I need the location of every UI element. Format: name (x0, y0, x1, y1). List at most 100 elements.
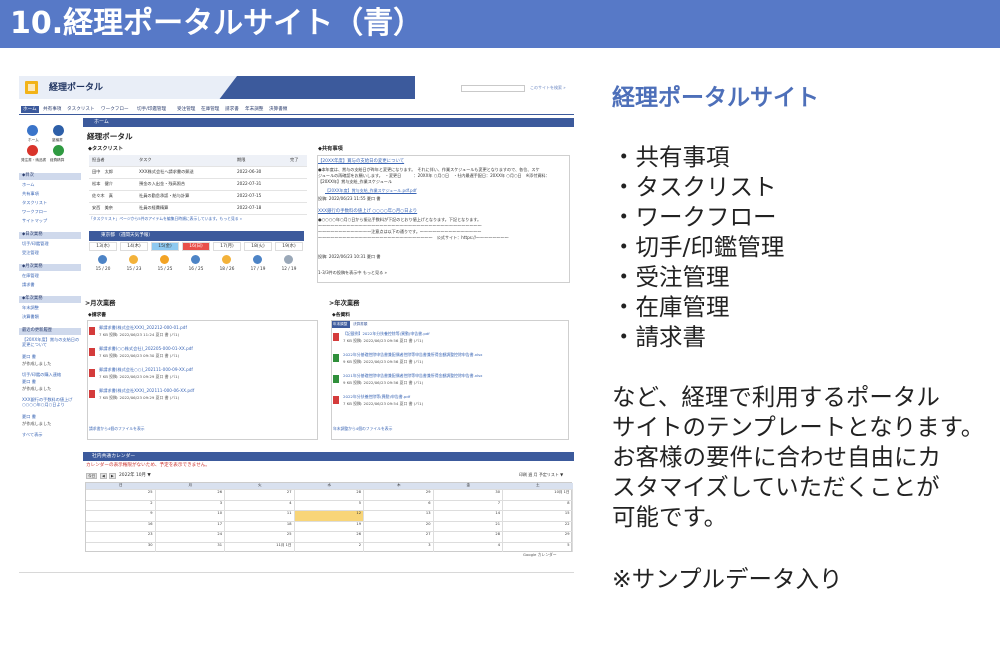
calendar-day[interactable]: 21 (433, 520, 503, 531)
table-row[interactable]: 松本 健介 預金の入出金・残高照合 2022-07-31 (89, 179, 307, 191)
document-icon[interactable] (53, 125, 64, 136)
nav-shared[interactable]: 共有事項 (43, 107, 61, 112)
calendar-day[interactable]: 5 (294, 499, 364, 510)
calendar-day[interactable]: 24 (155, 531, 225, 542)
calendar-day[interactable]: 14 (433, 510, 503, 521)
calendar-prev-button[interactable]: ◀ (100, 473, 107, 479)
calendar-day[interactable]: 10 (155, 510, 225, 521)
nav-home[interactable]: ホーム (21, 106, 39, 114)
attachment-link[interactable]: 【20XX年度】賞与支給_作業スケジュール.pdf.pdf (325, 188, 417, 194)
invoice-footer-link[interactable]: 請求書から4個のファイルを表示 (89, 426, 145, 431)
calendar-view-controls[interactable]: 印刷 週 月 予定リスト ▼ (519, 472, 563, 478)
calendar-day[interactable]: 5 (503, 541, 573, 552)
calendar-day[interactable]: 23 (86, 531, 156, 542)
calendar-day[interactable]: 12 (294, 510, 364, 521)
calendar-day[interactable]: 25 (225, 531, 295, 542)
tab-settlement[interactable]: 決算書類 (352, 321, 370, 328)
calendar-day[interactable]: 31 (155, 541, 225, 552)
file-item[interactable]: 郵請求書(株式会社XXX)_202111-000-06-XX.pdf 7 KB … (89, 388, 319, 409)
tab-yearend[interactable]: 年末調整 (332, 321, 350, 328)
nav-orders[interactable]: 受注管理 (177, 107, 195, 112)
calendar-day[interactable]: 8 (503, 499, 573, 510)
nav-settlement[interactable]: 決算書類 (269, 107, 287, 112)
calendar-day[interactable]: 10月 1日 (503, 489, 573, 500)
shared-more-link[interactable]: 1-3/3件の投稿を表示中 もっと見る » (318, 270, 387, 276)
sidebar-item[interactable]: 切手/印鑑管理 (22, 241, 49, 247)
calendar-day[interactable]: 11 (225, 510, 295, 521)
table-row[interactable]: 佐々木 真 社員の勤怠承認・給与計算 2022-07-15 (89, 191, 307, 203)
calendar-day[interactable]: 26 (155, 489, 225, 500)
order-icon[interactable] (27, 145, 38, 156)
calendar-day[interactable]: 3 (364, 541, 434, 552)
file-item[interactable]: 【記載例】2022年分扶養控除等(異動)申告書.pdf 7 KB 投稿: 202… (333, 331, 569, 352)
nav-invoice[interactable]: 請求書 (225, 107, 239, 112)
file-item[interactable]: 郵請求書(株式会社○○)_202111-000-09-XX.pdf 7 KB 投… (89, 367, 319, 388)
recent-author[interactable]: 夏口 書 (22, 414, 36, 420)
calendar-day[interactable]: 20 (364, 520, 434, 531)
file-item[interactable]: 2021年分基礎控除申告書兼配偶者控除等申告書兼所得金額調整控除申告書.xlsx… (333, 373, 569, 394)
file-item[interactable]: 2022年分基礎控除申告書兼配偶者控除等申告書兼所得金額調整控除申告書.xlsx… (333, 352, 569, 373)
file-item[interactable]: 2022年分扶養控除等(異動)申告書.pdf 7 KB 投稿: 2022/06/… (333, 394, 569, 415)
calendar-day[interactable]: 30 (86, 541, 156, 552)
calendar-day[interactable]: 27 (225, 489, 295, 500)
calendar-day[interactable]: 17 (155, 520, 225, 531)
calendar-day[interactable]: 28 (433, 531, 503, 542)
calendar-day[interactable]: 29 (503, 531, 573, 542)
calendar-day[interactable]: 29 (364, 489, 434, 500)
nav-workflow[interactable]: ワークフロー (101, 107, 129, 112)
calendar-day[interactable]: 7 (433, 499, 503, 510)
calendar-month-select[interactable]: 2022年 10月 ▼ (119, 473, 151, 478)
table-row[interactable]: 安西 美奈 社員の経費精算 2022-07-18 (89, 203, 307, 215)
sidebar-item[interactable]: サイトマップ (22, 218, 47, 224)
notice-title-link[interactable]: 【20XX年度】賞与の支給日の変更について (318, 159, 404, 164)
calendar-day[interactable]: 26 (294, 531, 364, 542)
nav-stock[interactable]: 在庫管理 (201, 107, 219, 112)
file-item[interactable]: 郵請求書(○○株式会社)_202205-000-01-XX.pdf 7 KB 投… (89, 346, 319, 367)
calendar-day[interactable]: 15 (503, 510, 573, 521)
calendar-day[interactable]: 30 (433, 489, 503, 500)
tasklist-more-link[interactable]: 「タスクリスト」ページから5件のアイテムを編集日時順に表示しています。もっと見る… (89, 216, 242, 221)
sidebar-item[interactable]: タスクリスト (22, 200, 47, 206)
calendar-day[interactable]: 2 (86, 499, 156, 510)
calendar-day[interactable]: 19 (294, 520, 364, 531)
site-search-input[interactable] (461, 85, 525, 92)
calendar-day[interactable]: 4 (433, 541, 503, 552)
calendar-day[interactable]: 25 (86, 489, 156, 500)
file-item[interactable]: 郵請求書(株式会社XXX)_202212-000-01.pdf 7 KB 投稿:… (89, 325, 319, 346)
calendar-day[interactable]: 27 (364, 531, 434, 542)
calendar-day[interactable]: 4 (225, 499, 295, 510)
nav-yearend[interactable]: 年末調整 (245, 107, 263, 112)
calendar-day[interactable]: 2 (294, 541, 364, 552)
recent-item[interactable]: 切手/印鑑の購入連絡 (22, 372, 61, 378)
notice-title-link[interactable]: XXX銀行の手数料の値上げ ○○○○年○月○日より (318, 209, 417, 214)
sidebar-item[interactable]: ワークフロー (22, 209, 47, 215)
calendar-day[interactable]: 3 (155, 499, 225, 510)
calendar-day[interactable]: 13 (364, 510, 434, 521)
sidebar-item[interactable]: 請求書 (22, 282, 35, 288)
calendar-day[interactable]: 16 (86, 520, 156, 531)
sidebar-item[interactable]: 在庫管理 (22, 273, 39, 279)
nav-stamp[interactable]: 切手/印鑑管理 (137, 107, 166, 112)
recent-author[interactable]: 夏口 書 (22, 379, 36, 385)
recent-author[interactable]: 夏口 書 (22, 354, 36, 360)
sidebar-item[interactable]: 年末調整 (22, 305, 39, 311)
calendar-today-button[interactable]: 今日 (86, 473, 98, 479)
sidebar-item[interactable]: ホーム (22, 182, 34, 188)
recent-item[interactable]: XXX銀行の手数料の値上げ ○○○○年○月○日より (22, 397, 80, 408)
calendar-day[interactable]: 28 (294, 489, 364, 500)
expense-icon[interactable] (53, 145, 64, 156)
calendar-day[interactable]: 22 (503, 520, 573, 531)
calendar-day[interactable]: 18 (225, 520, 295, 531)
recent-item[interactable]: 【20XX年度】賞与の支給日の変更について (22, 337, 80, 348)
calendar-day[interactable]: 11月 1日 (225, 541, 295, 552)
nav-tasklist[interactable]: タスクリスト (67, 107, 95, 112)
sidebar-item[interactable]: 決算書類 (22, 314, 39, 320)
site-search-link[interactable]: このサイトを検索 » (530, 85, 566, 91)
home-icon[interactable] (27, 125, 38, 136)
sidebar-item[interactable]: 受注管理 (22, 250, 39, 256)
sidebar-item[interactable]: 共有事項 (22, 191, 39, 197)
calendar-day[interactable]: 9 (86, 510, 156, 521)
table-row[interactable]: 田中 太郎 XXX株式会社へ請求書の郵送 2022-06-30 (89, 167, 307, 179)
show-all-link[interactable]: すべて表示 (22, 432, 42, 438)
docs-footer-link[interactable]: 年末調整から4個のファイルを表示 (333, 426, 392, 431)
